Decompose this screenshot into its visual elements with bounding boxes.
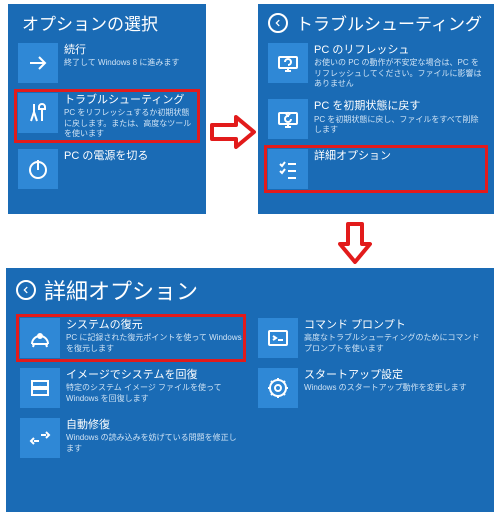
tile-title: PC のリフレッシュ: [314, 43, 484, 57]
panel-header: トラブルシューティング: [258, 4, 494, 37]
shutdown-tile[interactable]: PC の電源を切る: [16, 147, 198, 191]
tile-desc: PC を初期状態に戻し、ファイルをすべて削除します: [314, 115, 484, 136]
tile-list: 続行 終了して Windows 8 に進みます トラブルシューティング PC を…: [8, 37, 206, 199]
tile-desc: お使いの PC の動作が不安定な場合は、PC をリフレッシュしてください。ファイ…: [314, 58, 484, 89]
image-recover-icon: [20, 368, 60, 408]
advanced-options-tile[interactable]: 詳細オプション: [266, 147, 486, 191]
panel-header: オプションの選択: [8, 4, 206, 37]
tile-desc: PC をリフレッシュするか初期状態に戻します。または、高度なツールを使います: [64, 108, 196, 139]
choose-option-screen: オプションの選択 続行 終了して Windows 8 に進みます トラブルシュー…: [8, 4, 206, 214]
checklist-icon: [268, 149, 308, 189]
tools-icon: [18, 93, 58, 133]
tile-title: コマンド プロンプト: [304, 318, 480, 332]
tile-title: PC を初期状態に戻す: [314, 99, 484, 113]
refresh-pc-icon: [268, 43, 308, 83]
tile-title: 続行: [64, 43, 196, 57]
screen-title: トラブルシューティング: [296, 10, 482, 35]
tile-desc: 高度なトラブルシューティングのためにコマンド プロンプトを使います: [304, 333, 480, 354]
back-button[interactable]: [16, 280, 36, 300]
cmd-icon: [258, 318, 298, 358]
tile-desc: 終了して Windows 8 に進みます: [64, 58, 196, 68]
screen-title: 詳細オプション: [44, 274, 198, 306]
panel-header: 詳細オプション: [6, 268, 494, 308]
flow-arrow-right-icon: [210, 115, 256, 149]
restore-icon: [20, 318, 60, 358]
tile-title: スタートアップ設定: [304, 368, 480, 382]
tile-desc: Windows の読み込みを妨げている問題を修正します: [66, 433, 242, 454]
power-icon: [18, 149, 58, 189]
reset-pc-tile[interactable]: PC を初期状態に戻す PC を初期状態に戻し、ファイルをすべて削除します: [266, 97, 486, 141]
system-restore-tile[interactable]: システムの復元 PC に記録された復元ポイントを使って Windows を復元し…: [18, 316, 244, 360]
tile-desc: Windows のスタートアップ動作を変更します: [304, 383, 480, 393]
startup-settings-tile[interactable]: スタートアップ設定 Windows のスタートアップ動作を変更します: [256, 366, 482, 410]
reset-pc-icon: [268, 99, 308, 139]
tile-title: トラブルシューティング: [64, 93, 196, 107]
system-image-recovery-tile[interactable]: イメージでシステムを回復 特定のシステム イメージ ファイルを使って Windo…: [18, 366, 244, 410]
arrow-right-icon: [18, 43, 58, 83]
tile-title: 自動修復: [66, 418, 242, 432]
troubleshoot-screen: トラブルシューティング PC のリフレッシュ お使いの PC の動作が不安定な場…: [258, 4, 494, 214]
back-button[interactable]: [268, 13, 288, 33]
tile-desc: PC に記録された復元ポイントを使って Windows を復元します: [66, 333, 242, 354]
tile-list: PC のリフレッシュ お使いの PC の動作が不安定な場合は、PC をリフレッシ…: [258, 37, 494, 199]
command-prompt-tile[interactable]: コマンド プロンプト 高度なトラブルシューティングのためにコマンド プロンプトを…: [256, 316, 482, 360]
automatic-repair-tile[interactable]: 自動修復 Windows の読み込みを妨げている問題を修正します: [18, 416, 244, 460]
tile-title: 詳細オプション: [314, 149, 484, 163]
tile-desc: 特定のシステム イメージ ファイルを使って Windows を回復します: [66, 383, 242, 404]
continue-tile[interactable]: 続行 終了して Windows 8 に進みます: [16, 41, 198, 85]
flow-arrow-down-icon: [338, 222, 372, 264]
tile-title: イメージでシステムを回復: [66, 368, 242, 382]
tile-grid: システムの復元 PC に記録された復元ポイントを使って Windows を復元し…: [6, 308, 494, 468]
startup-icon: [258, 368, 298, 408]
screen-title: オプションの選択: [22, 10, 158, 35]
refresh-pc-tile[interactable]: PC のリフレッシュ お使いの PC の動作が不安定な場合は、PC をリフレッシ…: [266, 41, 486, 91]
advanced-options-screen: 詳細オプション システムの復元 PC に記録された復元ポイントを使って Wind…: [6, 268, 494, 512]
troubleshoot-tile[interactable]: トラブルシューティング PC をリフレッシュするか初期状態に戻します。または、高…: [16, 91, 198, 141]
tile-title: システムの復元: [66, 318, 242, 332]
tile-title: PC の電源を切る: [64, 149, 196, 163]
auto-repair-icon: [20, 418, 60, 458]
